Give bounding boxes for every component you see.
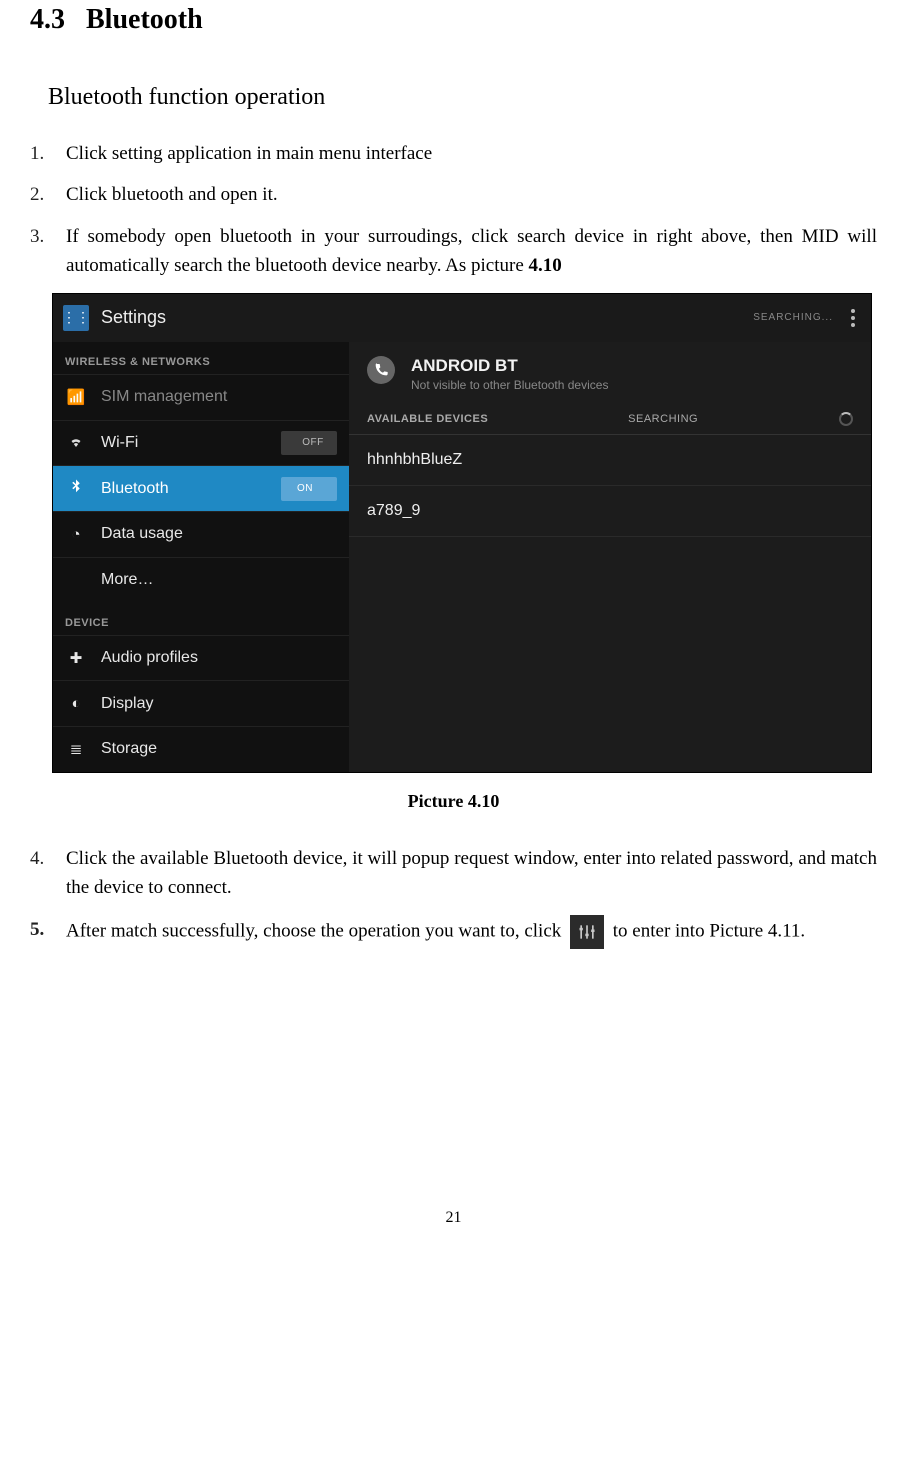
step-number: 5. xyxy=(30,915,66,944)
audio-icon: ✚ xyxy=(65,649,87,667)
sidebar-item-label: Audio profiles xyxy=(101,649,198,667)
section-title: Bluetooth xyxy=(86,4,203,35)
sidebar-category: DEVICE xyxy=(53,603,349,635)
sidebar-item-label: Wi-Fi xyxy=(101,434,138,452)
titlebar: ⋮⋮ Settings SEARCHING... xyxy=(53,294,871,342)
spinner-icon xyxy=(839,412,853,426)
wifi-icon xyxy=(65,432,87,454)
bluetooth-device-row[interactable]: hhnhbhBlueZ xyxy=(349,435,871,486)
sidebar-item-label: More… xyxy=(101,571,153,589)
steps-list-continued: 4. Click the available Bluetooth device,… xyxy=(30,844,877,949)
overflow-menu-icon[interactable] xyxy=(851,309,855,327)
sidebar-item-storage[interactable]: ≣ Storage xyxy=(53,726,349,772)
storage-icon: ≣ xyxy=(65,740,87,758)
step-text: Click bluetooth and open it. xyxy=(66,180,877,209)
step-text: If somebody open bluetooth in your surro… xyxy=(66,222,877,281)
wifi-toggle[interactable]: OFF xyxy=(281,431,337,455)
sidebar-item-label: Data usage xyxy=(101,525,183,543)
picture-ref: 4.10 xyxy=(529,255,562,276)
titlebar-title: Settings xyxy=(101,307,166,328)
own-device-subtext: Not visible to other Bluetooth devices xyxy=(411,378,608,392)
step-1: 1. Click setting application in main men… xyxy=(30,139,877,168)
step-4: 4. Click the available Bluetooth device,… xyxy=(30,844,877,903)
settings-icon: ⋮⋮ xyxy=(63,305,89,331)
settings-sidebar: WIRELESS & NETWORKS 📶 SIM management Wi-… xyxy=(53,342,349,772)
phone-icon xyxy=(367,356,395,384)
section-heading: 4.3 Bluetooth xyxy=(30,4,877,36)
step-number: 3. xyxy=(30,222,66,251)
sidebar-item-sim[interactable]: 📶 SIM management xyxy=(53,374,349,420)
section-number: 4.3 xyxy=(30,4,65,35)
bluetooth-main-panel: ANDROID BT Not visible to other Bluetoot… xyxy=(349,342,871,772)
step-2: 2. Click bluetooth and open it. xyxy=(30,180,877,209)
own-device-name: ANDROID BT xyxy=(411,356,608,376)
sidebar-item-label: Storage xyxy=(101,740,157,758)
page-number: 21 xyxy=(30,1209,877,1247)
step-5: 5. After match successfully, choose the … xyxy=(30,915,877,949)
sidebar-item-label: SIM management xyxy=(101,388,227,406)
steps-list: 1. Click setting application in main men… xyxy=(30,139,877,281)
sidebar-item-label: Bluetooth xyxy=(101,480,169,498)
bluetooth-device-row[interactable]: a789_9 xyxy=(349,486,871,537)
sliders-icon xyxy=(570,915,604,949)
sidebar-item-display[interactable]: ◐ Display xyxy=(53,680,349,726)
available-label: AVAILABLE DEVICES xyxy=(367,413,488,425)
sidebar-item-wifi[interactable]: Wi-Fi OFF xyxy=(53,420,349,466)
step-text: Click setting application in main menu i… xyxy=(66,139,877,168)
sidebar-item-more[interactable]: More… xyxy=(53,557,349,603)
step-text: After match successfully, choose the ope… xyxy=(66,915,877,949)
subheading: Bluetooth function operation xyxy=(30,84,877,111)
figure-caption: Picture 4.10 xyxy=(30,791,877,812)
sidebar-item-data-usage[interactable]: ◔ Data usage xyxy=(53,511,349,557)
bluetooth-toggle[interactable]: ON xyxy=(281,477,337,501)
step-number: 2. xyxy=(30,180,66,209)
bluetooth-settings-screenshot: ⋮⋮ Settings SEARCHING... WIRELESS & NETW… xyxy=(52,293,872,773)
sidebar-category: WIRELESS & NETWORKS xyxy=(53,342,349,374)
bluetooth-icon xyxy=(65,478,87,500)
sidebar-item-bluetooth[interactable]: Bluetooth ON xyxy=(53,465,349,511)
data-usage-icon: ◔ xyxy=(65,526,87,543)
sidebar-item-audio[interactable]: ✚ Audio profiles xyxy=(53,635,349,681)
sidebar-item-label: Display xyxy=(101,695,153,713)
sim-icon: 📶 xyxy=(65,388,87,406)
step-3: 3. If somebody open bluetooth in your su… xyxy=(30,222,877,281)
display-icon: ◐ xyxy=(65,695,87,712)
available-devices-header: AVAILABLE DEVICES SEARCHING xyxy=(349,404,871,435)
searching-label: SEARCHING xyxy=(628,413,698,425)
titlebar-status: SEARCHING... xyxy=(753,312,833,323)
step-number: 1. xyxy=(30,139,66,168)
own-device-row[interactable]: ANDROID BT Not visible to other Bluetoot… xyxy=(349,342,871,404)
step-number: 4. xyxy=(30,844,66,873)
step-text: Click the available Bluetooth device, it… xyxy=(66,844,877,903)
